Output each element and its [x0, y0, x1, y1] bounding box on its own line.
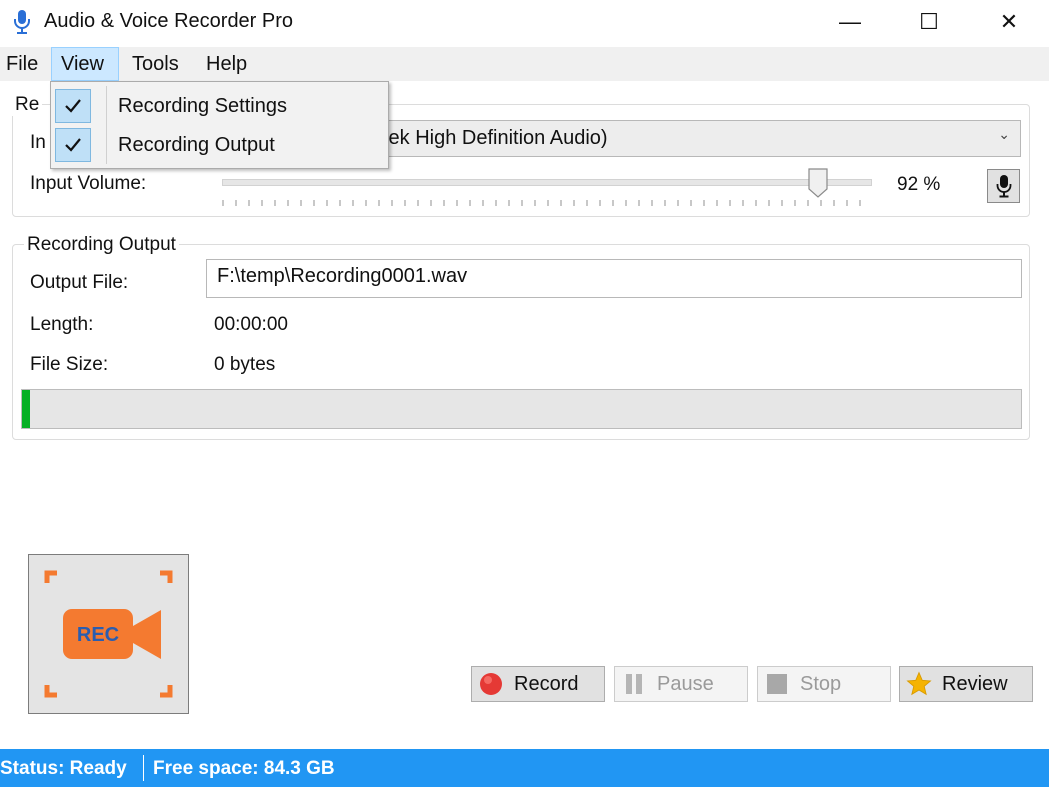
title-bar: Audio & Voice Recorder Pro — ☐ ✕	[0, 0, 1049, 44]
check-icon	[55, 128, 91, 162]
menu-item-label: Recording Output	[118, 134, 275, 156]
volume-value: 92 %	[897, 174, 941, 195]
length-label: Length:	[30, 314, 94, 335]
recording-progress-bar	[21, 389, 1022, 429]
chevron-down-icon: ⌄	[998, 126, 1010, 142]
status-text: Status: Ready	[0, 758, 127, 779]
output-file-value: F:\temp\Recording0001.wav	[217, 265, 468, 287]
pause-button-label: Pause	[657, 672, 714, 695]
free-space-text: Free space: 84.3 GB	[153, 758, 335, 779]
menu-item-label: Recording Settings	[118, 95, 287, 117]
input-device-label: In	[30, 132, 46, 153]
menu-bar: File View Tools Help	[0, 47, 1049, 81]
star-icon	[906, 671, 932, 697]
maximize-button[interactable]: ☐	[889, 0, 969, 44]
microphone-icon	[996, 175, 1011, 198]
record-button-label: Record	[514, 672, 579, 695]
output-file-label: Output File:	[30, 272, 129, 293]
rec-camera-icon: REC	[44, 570, 173, 698]
view-menu-dropdown: Recording Settings Recording Output	[50, 81, 389, 169]
review-button[interactable]: Review	[899, 666, 1033, 702]
pause-button[interactable]: Pause	[614, 666, 748, 702]
menu-help[interactable]: Help	[200, 47, 253, 81]
mic-test-button[interactable]	[987, 169, 1020, 203]
rec-logo-text: REC	[77, 624, 119, 646]
menu-item-recording-output[interactable]: Recording Output	[53, 125, 386, 164]
recording-output-title: Recording Output	[24, 234, 179, 256]
output-file-input[interactable]: F:\temp\Recording0001.wav	[206, 259, 1022, 298]
close-button[interactable]: ✕	[969, 0, 1049, 44]
menu-tools[interactable]: Tools	[126, 47, 185, 81]
record-button[interactable]: Record	[471, 666, 605, 702]
input-device-value: tek High Definition Audio)	[383, 127, 608, 149]
progress-fill	[22, 390, 30, 428]
record-icon	[478, 671, 504, 697]
menu-view[interactable]: View	[51, 47, 119, 81]
microphone-icon	[14, 10, 30, 34]
file-size-value: 0 bytes	[214, 354, 276, 375]
minimize-button[interactable]: —	[810, 0, 890, 44]
file-size-label: File Size:	[30, 354, 109, 375]
recording-settings-title: Re	[12, 94, 43, 116]
check-icon	[55, 89, 91, 123]
input-device-select[interactable]: tek High Definition Audio) ⌄	[370, 120, 1021, 157]
volume-slider-ticks	[222, 200, 870, 206]
status-separator	[143, 755, 144, 781]
volume-slider-track[interactable]	[222, 179, 872, 186]
stop-icon	[764, 671, 790, 697]
review-button-label: Review	[942, 672, 1008, 695]
menu-item-recording-settings[interactable]: Recording Settings	[53, 86, 386, 125]
rec-logo: REC	[28, 554, 189, 714]
stop-button[interactable]: Stop	[757, 666, 891, 702]
window-title: Audio & Voice Recorder Pro	[44, 10, 294, 32]
input-volume-label: Input Volume:	[30, 173, 147, 194]
status-bar: Status: Ready Free space: 84.3 GB	[0, 749, 1049, 787]
stop-button-label: Stop	[800, 672, 842, 695]
length-value: 00:00:00	[214, 314, 288, 335]
pause-icon	[621, 671, 647, 697]
menu-file[interactable]: File	[0, 47, 44, 81]
volume-slider-thumb[interactable]	[808, 168, 828, 198]
